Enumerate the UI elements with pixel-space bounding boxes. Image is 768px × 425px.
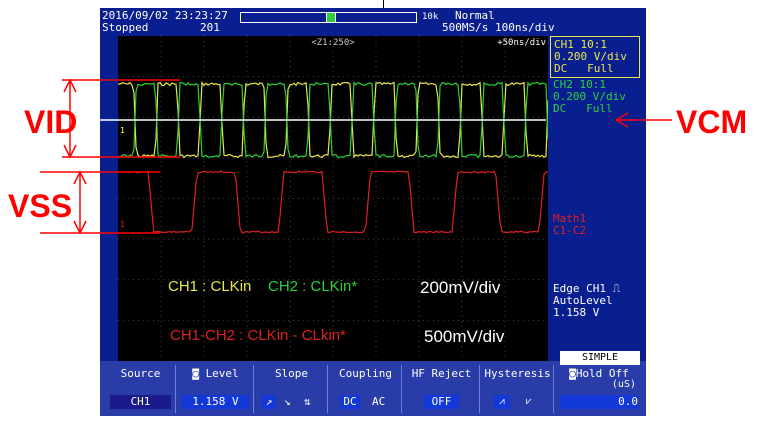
caption-ch1: CH1 : CLKin — [168, 278, 256, 295]
caption-ch2: CH2 : CLKin* — [268, 278, 358, 295]
vcm-label: VCM — [676, 104, 748, 140]
caption-math: CH1-CH2 : CLKin - CLkin* — [170, 327, 346, 344]
annotation-layer — [40, 78, 672, 235]
caption-scale-2: 500mV/div — [424, 327, 505, 346]
vss-label: VSS — [8, 188, 73, 224]
caption-scale-1: 200mV/div — [420, 278, 501, 297]
vid-label: VID — [24, 104, 78, 140]
